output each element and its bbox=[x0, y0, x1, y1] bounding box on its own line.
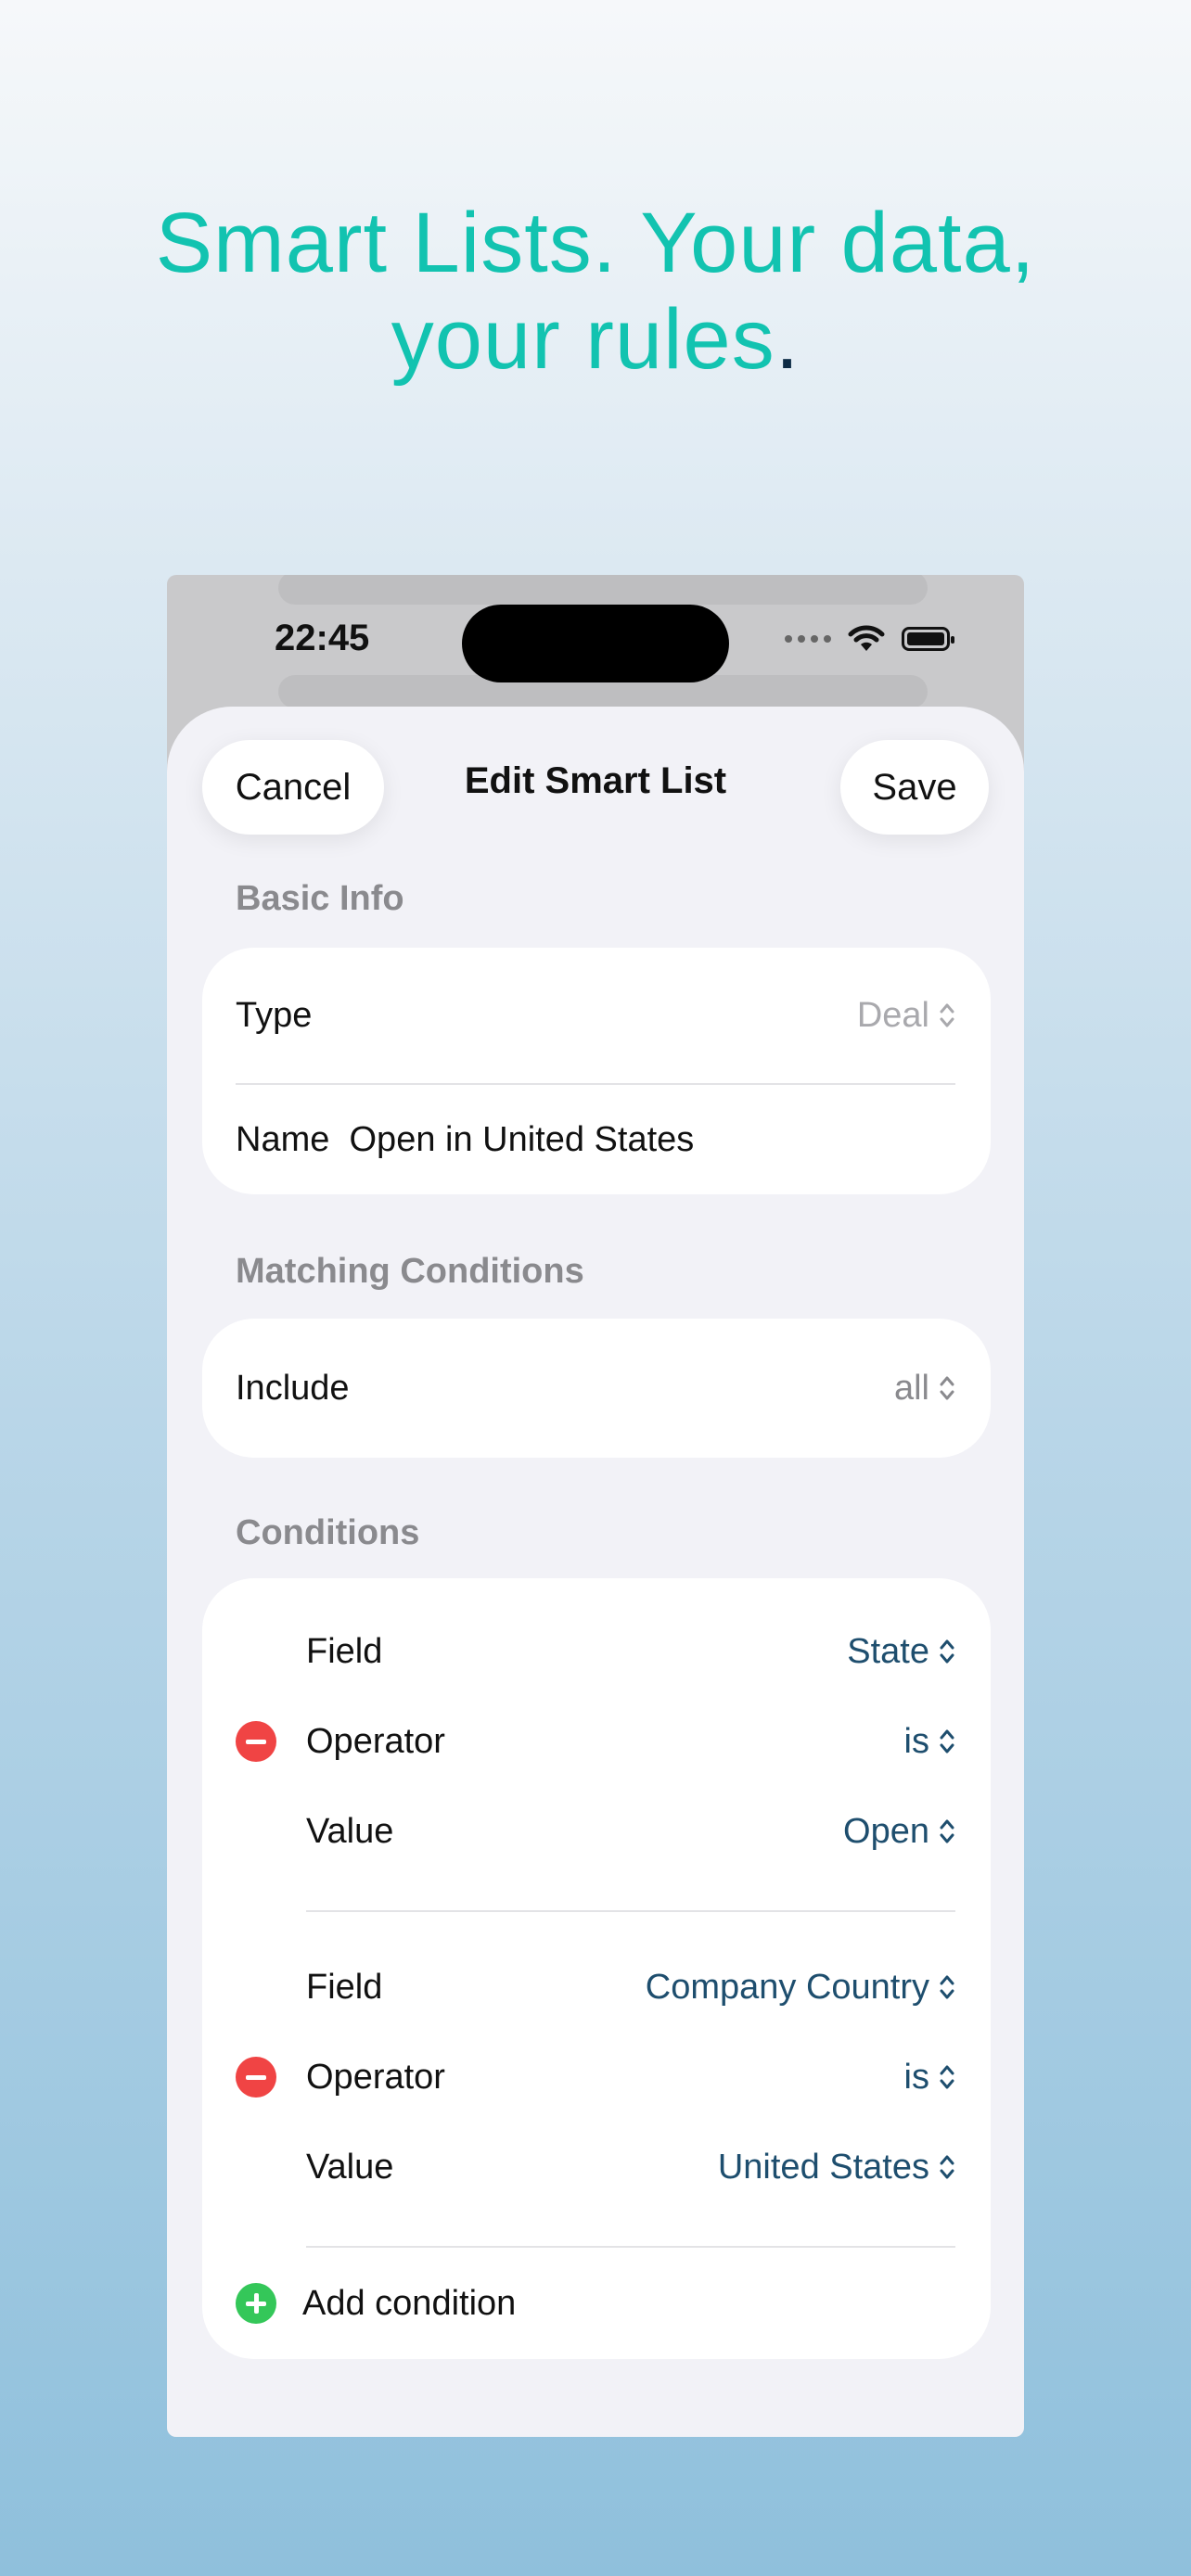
include-value: all bbox=[893, 1368, 929, 1408]
headline-line-1: Smart Lists. Your data, bbox=[155, 196, 1036, 290]
type-value: Deal bbox=[856, 995, 929, 1035]
remove-condition-icon[interactable] bbox=[236, 1721, 276, 1762]
condition-operator-row[interactable]: Operator is bbox=[202, 1697, 991, 1786]
field-label: Field bbox=[306, 1967, 383, 2007]
operator-label: Operator bbox=[306, 2057, 445, 2097]
headline: Smart Lists. Your data, your rules. bbox=[0, 195, 1191, 388]
field-picker[interactable]: State bbox=[847, 1632, 955, 1672]
add-condition-button[interactable]: Add condition bbox=[202, 2248, 991, 2359]
save-button[interactable]: Save bbox=[840, 740, 989, 835]
condition-field-row[interactable]: Field Company Country bbox=[202, 1942, 991, 2033]
type-picker[interactable]: Deal bbox=[857, 996, 955, 1036]
operator-label: Operator bbox=[306, 1721, 445, 1761]
operator-value: is bbox=[903, 1721, 929, 1761]
chevron-up-down-icon bbox=[940, 2065, 954, 2089]
type-label: Type bbox=[236, 995, 313, 1035]
divider bbox=[306, 1910, 955, 1912]
chevron-up-down-icon bbox=[940, 2155, 954, 2179]
name-row[interactable]: Name Open in United States bbox=[202, 1085, 991, 1194]
chevron-up-down-icon bbox=[940, 1819, 954, 1843]
headline-dot: . bbox=[775, 292, 800, 387]
operator-picker[interactable]: is bbox=[904, 1722, 955, 1762]
add-icon bbox=[236, 2283, 276, 2324]
type-row[interactable]: Type Deal bbox=[202, 948, 991, 1083]
include-row[interactable]: Include all bbox=[202, 1319, 991, 1458]
section-header-matching-conditions: Matching Conditions bbox=[236, 1252, 584, 1291]
condition-field-row[interactable]: Field State bbox=[202, 1606, 991, 1697]
chevron-up-down-icon bbox=[940, 1729, 954, 1753]
chevron-up-down-icon bbox=[940, 1376, 954, 1400]
conditions-card: Field State Operator is Value Open Field… bbox=[202, 1578, 991, 2359]
remove-condition-icon[interactable] bbox=[236, 2057, 276, 2098]
value-value: United States bbox=[717, 2147, 929, 2187]
headline-line-2: your rules. bbox=[0, 291, 1191, 388]
condition-operator-row[interactable]: Operator is bbox=[202, 2033, 991, 2122]
phone-frame: 22:45 Cancel Edit Smart List Save Basic … bbox=[167, 575, 1024, 2437]
headline-line-2-text: your rules bbox=[391, 292, 775, 387]
status-icons bbox=[785, 625, 954, 653]
condition-value-row[interactable]: Value United States bbox=[202, 2122, 991, 2213]
signal-icon bbox=[785, 635, 831, 643]
include-picker[interactable]: all bbox=[894, 1369, 955, 1409]
background-row bbox=[278, 575, 928, 605]
status-time: 22:45 bbox=[275, 618, 370, 658]
chevron-up-down-icon bbox=[940, 1975, 954, 1999]
basic-info-card: Type Deal Name Open in United States bbox=[202, 948, 991, 1194]
name-input[interactable]: Open in United States bbox=[350, 1120, 695, 1159]
section-header-basic-info: Basic Info bbox=[236, 879, 404, 918]
value-picker[interactable]: Open bbox=[843, 1812, 955, 1852]
wifi-icon bbox=[848, 625, 885, 651]
battery-icon bbox=[902, 627, 954, 651]
field-picker[interactable]: Company Country bbox=[646, 1968, 955, 2008]
field-value: State bbox=[847, 1631, 929, 1671]
name-label: Name Open in United States bbox=[236, 1119, 695, 1159]
edit-sheet: Cancel Edit Smart List Save Basic Info T… bbox=[167, 707, 1024, 2437]
operator-picker[interactable]: is bbox=[904, 2058, 955, 2098]
chevron-up-down-icon bbox=[940, 1003, 954, 1027]
include-label: Include bbox=[236, 1368, 350, 1408]
field-value: Company Country bbox=[645, 1967, 929, 2007]
matching-card: Include all bbox=[202, 1319, 991, 1458]
dynamic-island bbox=[462, 605, 729, 682]
condition-value-row[interactable]: Value Open bbox=[202, 1786, 991, 1877]
value-value: Open bbox=[843, 1811, 929, 1851]
value-label: Value bbox=[306, 1811, 394, 1851]
field-label: Field bbox=[306, 1631, 383, 1671]
add-condition-label: Add condition bbox=[302, 2283, 517, 2323]
value-label: Value bbox=[306, 2147, 394, 2187]
section-header-conditions: Conditions bbox=[236, 1513, 420, 1552]
chevron-up-down-icon bbox=[940, 1639, 954, 1664]
value-picker[interactable]: United States bbox=[718, 2148, 955, 2187]
operator-value: is bbox=[903, 2057, 929, 2097]
